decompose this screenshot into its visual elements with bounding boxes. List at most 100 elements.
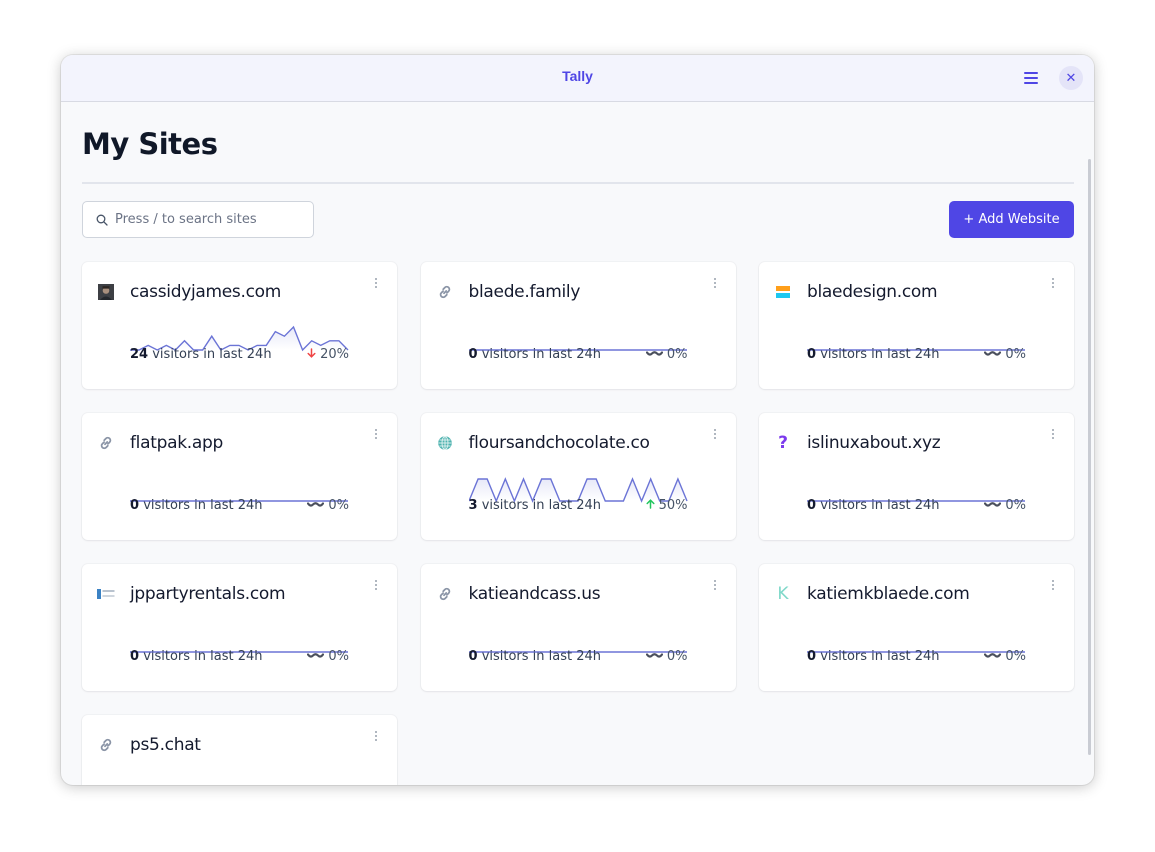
visitor-count: 0 visitors in last 24h bbox=[807, 649, 940, 664]
site-name[interactable]: blaede.family bbox=[469, 282, 581, 302]
site-name[interactable]: floursandchocolate.co bbox=[469, 433, 650, 453]
trend-indicator: 0% bbox=[307, 649, 349, 664]
site-card-jppartyrentals-com[interactable]: jppartyrentals.com 0 visitors in last 24… bbox=[82, 564, 397, 691]
site-options-button[interactable] bbox=[373, 729, 379, 743]
trend-percent: 0% bbox=[1005, 347, 1026, 362]
site-name[interactable]: katiemkblaede.com bbox=[807, 584, 970, 604]
site-favicon bbox=[97, 585, 115, 603]
visitor-count-number: 0 bbox=[130, 649, 140, 664]
trend-percent: 0% bbox=[666, 347, 688, 362]
site-card-katiemkblaede-com[interactable]: K katiemkblaede.com 0 visitors in last 2… bbox=[759, 564, 1074, 691]
link-icon bbox=[439, 285, 450, 299]
search-field[interactable] bbox=[82, 201, 314, 238]
site-favicon bbox=[97, 736, 115, 754]
arrow-up-icon bbox=[646, 498, 655, 513]
site-card-cassidyjames-com[interactable]: cassidyjames.com 24 visitors in last 24h… bbox=[82, 262, 397, 389]
visitor-count-label: visitors in last 24h bbox=[820, 649, 940, 664]
search-icon bbox=[96, 214, 108, 226]
visitor-count-label: visitors in last 24h bbox=[481, 498, 602, 513]
site-options-button[interactable] bbox=[373, 578, 379, 592]
kebab-dot bbox=[1052, 584, 1054, 586]
site-name[interactable]: jppartyrentals.com bbox=[130, 584, 286, 604]
trend-indicator: 50% bbox=[646, 498, 688, 513]
kebab-dot bbox=[713, 580, 716, 582]
visitor-sparkline bbox=[130, 500, 348, 502]
visitor-sparkline bbox=[807, 651, 1025, 653]
site-favicon: ? bbox=[774, 433, 792, 453]
visitor-count: 0 visitors in last 24h bbox=[130, 649, 263, 664]
visitor-count-number: 24 bbox=[130, 347, 149, 362]
trend-indicator: 0% bbox=[645, 649, 688, 664]
site-name[interactable]: islinuxabout.xyz bbox=[807, 433, 941, 453]
globe-logo-icon bbox=[437, 435, 452, 451]
site-options-button[interactable] bbox=[712, 578, 718, 592]
visitor-count-label: visitors in last 24h bbox=[143, 498, 263, 513]
site-card-ps5-chat[interactable]: ps5.chat bbox=[82, 715, 397, 785]
avatar-icon bbox=[98, 284, 114, 300]
trend-percent: 0% bbox=[1005, 649, 1026, 664]
site-favicon bbox=[436, 585, 454, 603]
visitor-sparkline bbox=[807, 349, 1025, 351]
site-card-katieandcass-us[interactable]: katieandcass.us 0 visitors in last 24h 0… bbox=[420, 564, 736, 691]
site-favicon bbox=[436, 283, 454, 301]
visitor-count-number: 3 bbox=[468, 498, 478, 513]
hamburger-menu-icon-bar bbox=[1024, 77, 1038, 79]
k-letter-icon: K bbox=[777, 584, 789, 604]
trend-percent: 0% bbox=[666, 649, 688, 664]
visitor-sparkline bbox=[468, 349, 687, 351]
visitor-count-number: 0 bbox=[468, 347, 478, 362]
visitor-sparkline bbox=[130, 651, 348, 653]
trend-indicator: 0% bbox=[984, 347, 1026, 362]
site-name[interactable]: ps5.chat bbox=[130, 735, 201, 755]
kebab-dot bbox=[375, 286, 377, 288]
main-menu-button[interactable] bbox=[1021, 68, 1041, 88]
visitor-sparkline bbox=[468, 651, 687, 653]
trend-flat-icon bbox=[984, 347, 1002, 362]
site-card-blaedesign-com[interactable]: blaedesign.com 0 visitors in last 24h 0% bbox=[759, 262, 1074, 389]
kebab-dot bbox=[1052, 588, 1054, 590]
kebab-dot bbox=[713, 429, 716, 431]
trend-flat-icon bbox=[307, 649, 325, 664]
site-card-blaede-family[interactable]: blaede.family 0 visitors in last 24h 0% bbox=[420, 262, 736, 389]
app-window: Tally ✕ My Sites + Add Website cassidyja… bbox=[61, 55, 1094, 785]
kebab-dot bbox=[1052, 278, 1054, 280]
site-name[interactable]: blaedesign.com bbox=[807, 282, 938, 302]
trend-percent: 50% bbox=[658, 498, 688, 513]
kebab-dot bbox=[375, 282, 377, 284]
site-options-button[interactable] bbox=[1050, 427, 1056, 441]
app-title: Tally bbox=[562, 68, 593, 84]
site-options-button[interactable] bbox=[373, 276, 379, 290]
site-options-button[interactable] bbox=[1050, 276, 1056, 290]
visitor-count: 0 visitors in last 24h bbox=[807, 347, 940, 362]
kebab-dot bbox=[713, 433, 716, 435]
search-input[interactable] bbox=[115, 212, 305, 227]
kebab-dot bbox=[375, 588, 377, 590]
site-options-button[interactable] bbox=[373, 427, 379, 441]
scrollbar[interactable] bbox=[1088, 159, 1091, 755]
site-name[interactable]: katieandcass.us bbox=[469, 584, 601, 604]
kebab-dot bbox=[375, 731, 377, 733]
site-card-floursandchocolate-co[interactable]: floursandchocolate.co 3 visitors in last… bbox=[420, 413, 736, 540]
kebab-dot bbox=[375, 739, 377, 741]
add-website-button[interactable]: + Add Website bbox=[949, 201, 1074, 238]
hamburger-menu-icon-bar bbox=[1024, 82, 1038, 84]
trend-indicator: 20% bbox=[307, 347, 349, 362]
kebab-dot bbox=[713, 437, 716, 439]
link-icon bbox=[100, 436, 112, 450]
site-options-button[interactable] bbox=[712, 427, 718, 441]
link-icon bbox=[100, 738, 112, 752]
site-card-flatpak-app[interactable]: flatpak.app 0 visitors in last 24h 0% bbox=[82, 413, 397, 540]
visitor-count-number: 0 bbox=[130, 498, 140, 513]
page-title: My Sites bbox=[82, 127, 218, 161]
visitor-sparkline bbox=[468, 477, 688, 503]
link-icon bbox=[439, 587, 450, 601]
site-favicon bbox=[774, 283, 792, 301]
kebab-dot bbox=[713, 282, 716, 284]
site-options-button[interactable] bbox=[712, 276, 718, 290]
close-button[interactable]: ✕ bbox=[1059, 66, 1083, 90]
site-card-islinuxabout-xyz[interactable]: ? islinuxabout.xyz 0 visitors in last 24… bbox=[759, 413, 1074, 540]
site-options-button[interactable] bbox=[1050, 578, 1056, 592]
site-name[interactable]: cassidyjames.com bbox=[130, 282, 281, 302]
visitor-count-number: 0 bbox=[807, 498, 817, 513]
site-name[interactable]: flatpak.app bbox=[130, 433, 223, 453]
